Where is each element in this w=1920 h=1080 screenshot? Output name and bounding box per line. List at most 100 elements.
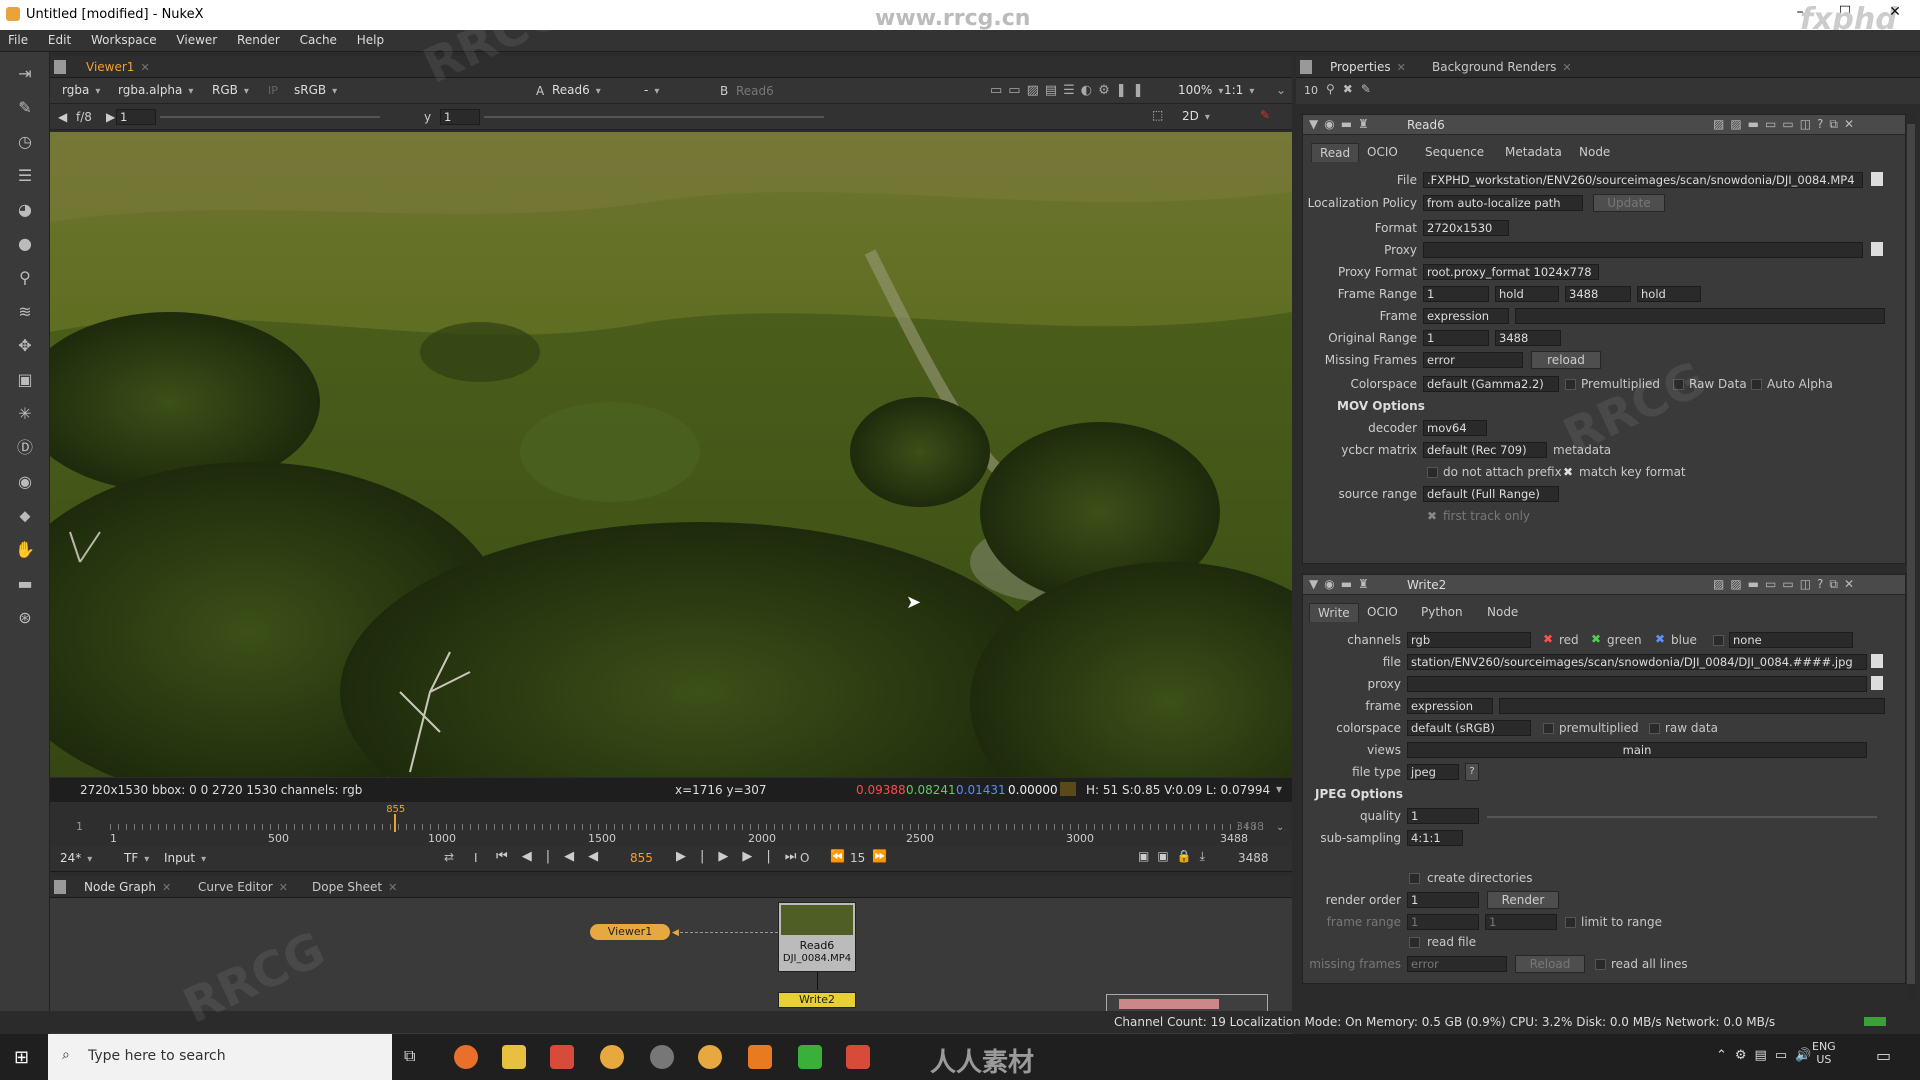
read-file-checkbox[interactable] — [1409, 937, 1420, 948]
input-language[interactable]: ENG US — [1812, 1040, 1836, 1066]
write-header-right-icons[interactable]: ▨▨▬▭▭◫?⧉✕ — [1713, 577, 1860, 592]
subtab-write[interactable]: Write — [1309, 603, 1359, 622]
filetype-help-button[interactable]: ? — [1465, 763, 1479, 781]
original-range-end[interactable]: 3488 — [1495, 330, 1561, 346]
write-premult-checkbox[interactable] — [1543, 723, 1554, 734]
menu-viewer[interactable]: Viewer — [168, 30, 225, 47]
proxy-browse-icon[interactable] — [1871, 242, 1883, 256]
subsampling-dropdown[interactable]: 4:1:1 — [1407, 830, 1463, 846]
auto-alpha-checkbox[interactable] — [1751, 379, 1762, 390]
fstop-value[interactable]: f/8 — [76, 110, 92, 124]
write-missing-dropdown[interactable]: error — [1407, 956, 1507, 972]
filetype-dropdown[interactable]: jpeg — [1407, 764, 1459, 780]
time-tool-icon[interactable]: ◷ — [13, 130, 37, 154]
menu-cache[interactable]: Cache — [292, 30, 345, 47]
write-frame-range-end[interactable]: 1 — [1485, 914, 1557, 930]
frame-range-end-mode[interactable]: hold — [1637, 286, 1701, 302]
expand-icon[interactable]: ⌄ — [1276, 83, 1286, 97]
write-frame-dropdown[interactable]: expression — [1407, 698, 1493, 714]
source-range-dropdown[interactable]: default (Full Range) — [1423, 486, 1559, 502]
update-button[interactable]: Update — [1593, 194, 1665, 212]
raw-data-checkbox[interactable] — [1673, 379, 1684, 390]
tab-curve-editor[interactable]: Curve Editor ✕ — [192, 879, 294, 895]
subtab-sequence[interactable]: Sequence — [1417, 143, 1492, 161]
step-back-icon[interactable]: ⏪ — [830, 849, 845, 863]
colorspace-dropdown[interactable]: default (Gamma2.2) — [1423, 376, 1559, 392]
windows-start-icon[interactable]: ⊞ — [14, 1047, 29, 1068]
b-input[interactable]: Read6 — [736, 84, 774, 98]
roi-icon[interactable]: ⬚ — [1152, 108, 1163, 122]
transform-tool-icon[interactable]: ✥ — [13, 334, 37, 358]
timeline-scroll-icon[interactable]: ⌄ — [1276, 822, 1284, 833]
file-browse-icon[interactable] — [1871, 172, 1883, 186]
read-all-lines-checkbox[interactable] — [1595, 959, 1606, 970]
current-frame-field[interactable]: 855 — [630, 851, 653, 865]
alpha-dropdown[interactable]: rgba.alpha — [114, 82, 197, 100]
vlc-icon[interactable] — [748, 1045, 772, 1069]
write-colorspace-dropdown[interactable]: default (sRGB) — [1407, 720, 1531, 736]
close-window-button[interactable]: ✕ — [1875, 4, 1915, 20]
notification-icon[interactable]: ▭ — [1876, 1046, 1891, 1065]
write-file-field[interactable]: station/ENV260/sourceimages/scan/snowdon… — [1407, 654, 1867, 670]
proxy-format-dropdown[interactable]: root.proxy_format 1024x778 — [1423, 264, 1599, 280]
transport-back-buttons[interactable]: ⏮◀|◀◀ — [496, 849, 612, 864]
other-tool-icon[interactable]: ▬ — [13, 572, 37, 596]
viewer-canvas[interactable]: ➤ — [50, 132, 1292, 777]
node-header-icons[interactable]: ▼◉▬♜ — [1309, 117, 1375, 131]
max-panels-field[interactable]: 10 — [1304, 84, 1318, 97]
merge-tool-icon[interactable]: ≋ — [13, 300, 37, 324]
tab-viewer1[interactable]: Viewer1 ✕ — [80, 59, 156, 75]
filter-tool-icon[interactable]: ● — [13, 232, 37, 256]
read6-name[interactable]: Read6 — [1407, 118, 1445, 132]
write-frame-range-start[interactable]: 1 — [1407, 914, 1479, 930]
write-proxy-field[interactable] — [1407, 676, 1867, 692]
nuke-taskbar-icon[interactable] — [600, 1045, 624, 1069]
step-forward-icon[interactable]: ⏩ — [872, 849, 887, 863]
localization-dropdown[interactable]: from auto-localize path — [1423, 195, 1583, 211]
views-dropdown[interactable]: main — [1407, 742, 1867, 758]
subtab-read[interactable]: Read — [1311, 143, 1360, 162]
nuke-taskbar-icon-2[interactable] — [698, 1045, 722, 1069]
ratio-dropdown[interactable]: 1:1 — [1220, 82, 1258, 100]
transport-forward-buttons[interactable]: ▶|▶▶|⏭ — [676, 849, 810, 864]
loop-icon[interactable]: ⇄ — [444, 850, 454, 864]
node-header-right-icons[interactable]: ▨▨▬▭▭◫?⧉✕ — [1713, 117, 1860, 132]
taskbar-search[interactable]: ⌕ Type here to search — [48, 1034, 392, 1080]
properties-tool-icons[interactable]: ⚲✖✎ — [1326, 82, 1379, 96]
proxy-field[interactable] — [1423, 242, 1863, 258]
in-point-button[interactable]: I — [474, 851, 478, 865]
viewer-node[interactable]: Viewer1 — [590, 924, 670, 940]
views-tool-icon[interactable]: ◉ — [13, 470, 37, 494]
quality-field[interactable]: 1 — [1407, 808, 1479, 824]
info-expand-icon[interactable]: ▾ — [1276, 782, 1282, 796]
app-icon-grey[interactable] — [650, 1045, 674, 1069]
app-icon-red[interactable] — [550, 1045, 574, 1069]
read-node[interactable]: Read6 DJI_0084.MP4 — [778, 902, 856, 972]
playhead[interactable] — [394, 814, 397, 832]
timeline-ruler[interactable]: 1 855 1 500 1000 1500 2000 2500 3000 348… — [50, 802, 1292, 846]
gamma-slider[interactable] — [484, 116, 824, 118]
merge-mode-dropdown[interactable]: - — [640, 82, 710, 100]
blue-checkbox[interactable]: ✖ — [1655, 632, 1665, 646]
decoder-dropdown[interactable]: mov64 — [1423, 420, 1487, 436]
color-tool-icon[interactable]: ◕ — [13, 198, 37, 222]
fstop-prev-icon[interactable]: ◀ — [58, 110, 67, 124]
create-dirs-checkbox[interactable] — [1409, 873, 1420, 884]
image-tool-icon[interactable]: ⇥ — [13, 62, 37, 86]
end-frame-field[interactable]: 3488 — [1238, 851, 1269, 865]
ng-panel-menu-icon[interactable] — [54, 880, 66, 894]
channels-dropdown[interactable]: rgb — [1407, 632, 1531, 648]
quality-slider[interactable] — [1487, 816, 1877, 818]
draw-tool-icon[interactable]: ✎ — [13, 96, 37, 120]
write2-name[interactable]: Write2 — [1407, 578, 1446, 592]
view-mode-dropdown[interactable]: 2D — [1178, 108, 1214, 126]
subtab-write-node[interactable]: Node — [1479, 603, 1526, 621]
metadata-tool-icon[interactable]: ⬥ — [13, 504, 37, 528]
menu-workspace[interactable]: Workspace — [83, 30, 165, 47]
missing-frames-dropdown[interactable]: error — [1423, 352, 1523, 368]
write-frame-expression[interactable] — [1499, 698, 1885, 714]
tab-dope-sheet[interactable]: Dope Sheet ✕ — [306, 879, 403, 895]
write-reload-button[interactable]: Reload — [1515, 955, 1585, 973]
gain-field[interactable]: 1 — [116, 109, 156, 125]
keyer-tool-icon[interactable]: ⚲ — [13, 266, 37, 290]
